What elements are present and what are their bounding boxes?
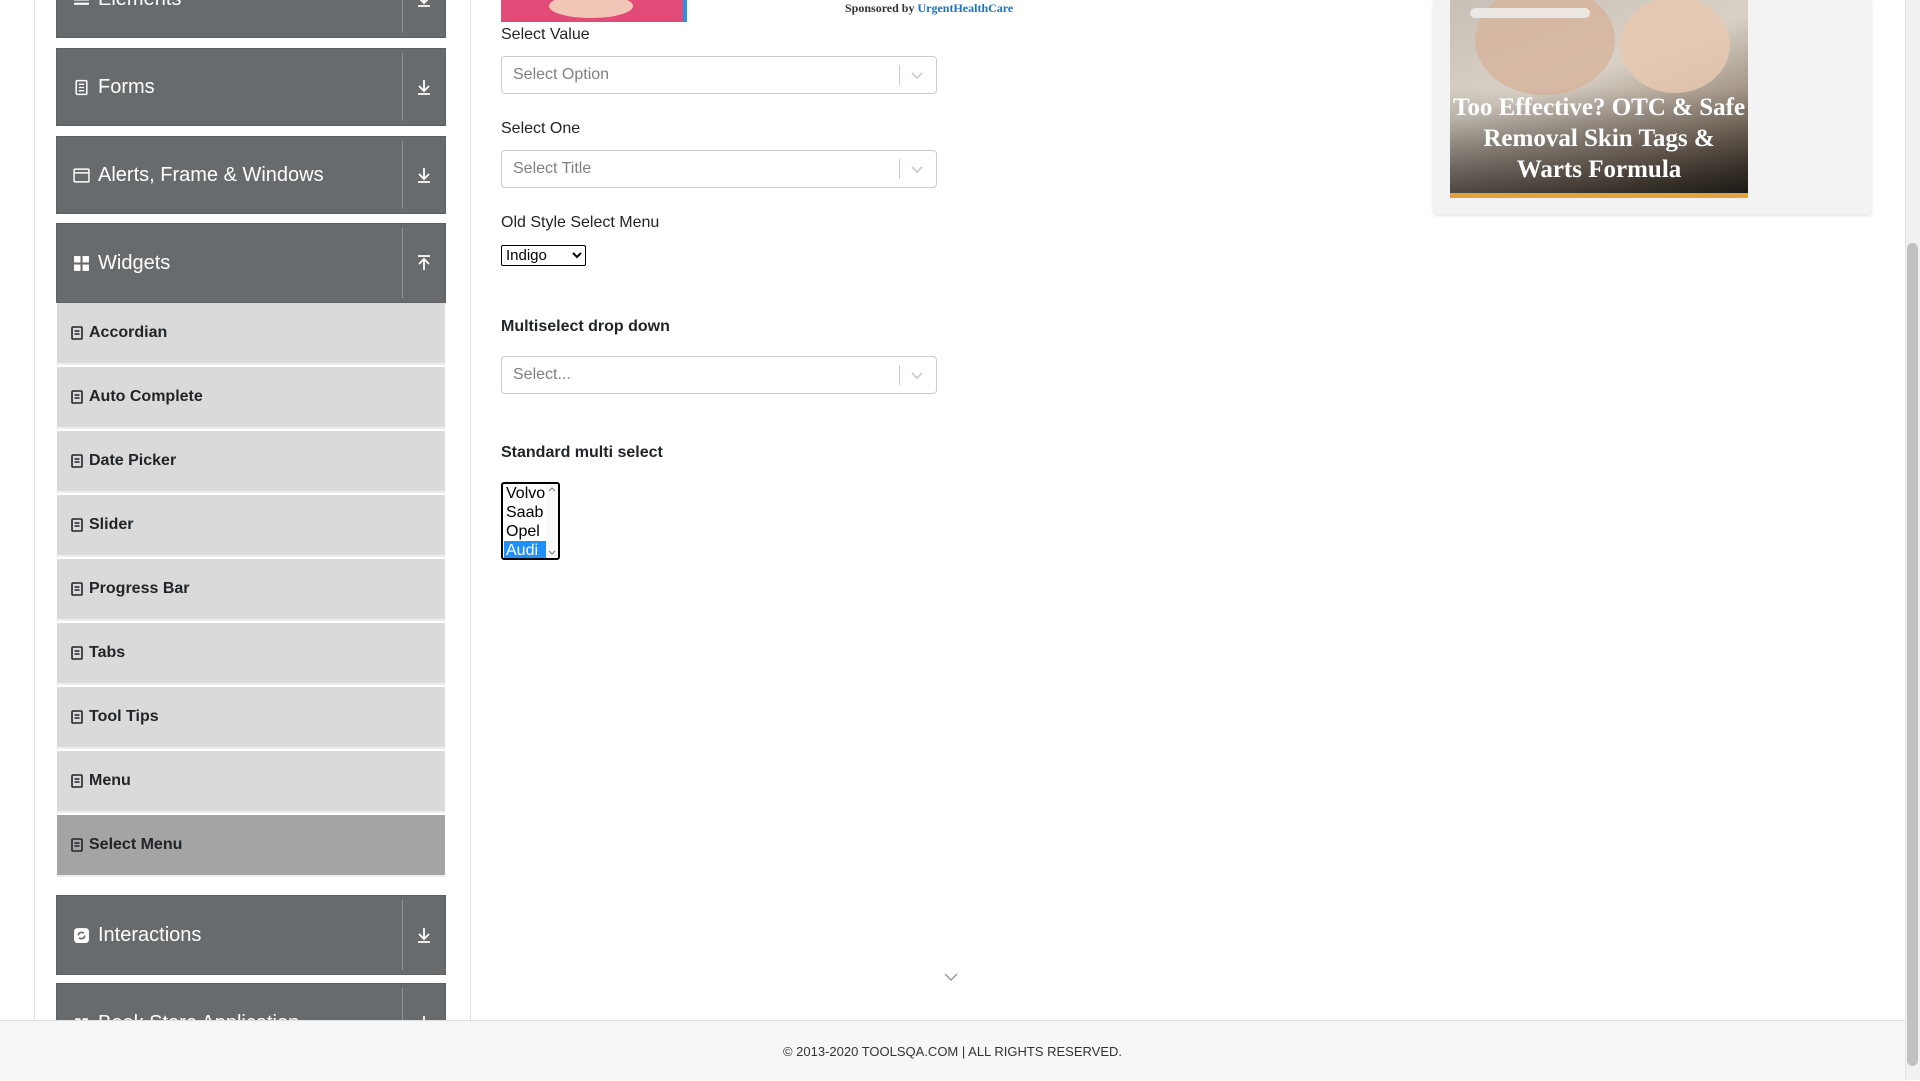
window-icon: [73, 167, 90, 184]
sidebar-item-slider[interactable]: Slider: [57, 495, 445, 557]
ad-thumbnail-image: [501, 0, 687, 22]
sidebar-item-progress-bar[interactable]: Progress Bar: [57, 559, 445, 621]
group-interactions-label: Interactions: [98, 924, 201, 947]
multiselect-dropdown[interactable]: Select...: [501, 356, 937, 394]
sponsored-prefix: Sponsored by: [845, 1, 917, 15]
chevron-down-icon[interactable]: [909, 161, 925, 177]
chevron-down-icon[interactable]: [909, 367, 925, 383]
refresh-icon: [73, 927, 90, 944]
download-icon[interactable]: [413, 164, 435, 186]
old-style-select-menu[interactable]: Indigo: [501, 245, 586, 266]
sidebar-item-select-menu[interactable]: Select Menu: [57, 815, 445, 877]
group-interactions[interactable]: Interactions: [56, 895, 446, 975]
indicator-separator: [899, 65, 900, 85]
file-icon: [71, 838, 83, 852]
sponsored-line: Sponsored by UrgentHealthCare: [845, 1, 1013, 16]
old-style-select-label: Old Style Select Menu: [501, 214, 659, 232]
option-audi[interactable]: Audi: [504, 541, 546, 560]
sidebar-item-accordian[interactable]: Accordian: [57, 303, 445, 365]
option-opel[interactable]: Opel: [504, 522, 546, 541]
footer-copyright: © 2013-2020 TOOLSQA.COM | ALL RIGHTS RES…: [783, 1044, 1122, 1059]
chevron-down-icon[interactable]: [909, 67, 925, 83]
footer: © 2013-2020 TOOLSQA.COM | ALL RIGHTS RES…: [0, 1020, 1905, 1081]
download-icon[interactable]: [413, 0, 435, 10]
group-elements[interactable]: Elements: [56, 0, 446, 38]
group-divider: [402, 0, 403, 33]
file-icon: [71, 710, 83, 724]
file-icon: [71, 326, 83, 340]
document-icon: [73, 79, 90, 96]
sidebar-item-tool-tips[interactable]: Tool Tips: [57, 687, 445, 749]
select-value-placeholder: Select Option: [513, 66, 609, 84]
hamburger-icon: [73, 0, 90, 8]
sidebar-item-tabs[interactable]: Tabs: [57, 623, 445, 685]
group-divider: [402, 141, 403, 209]
group-interactions-header: Interactions: [73, 896, 201, 974]
sponsored-ad-image[interactable]: [501, 0, 687, 22]
group-widgets[interactable]: Widgets: [56, 223, 446, 303]
sidebar-item-label: Progress Bar: [89, 580, 190, 598]
group-elements-header: Elements: [73, 0, 181, 37]
sidebar-item-label: Tabs: [89, 644, 125, 662]
select-one-label: Select One: [501, 120, 580, 138]
file-icon: [71, 518, 83, 532]
option-volvo[interactable]: Volvo: [504, 484, 546, 503]
indicator-separator: [899, 365, 900, 385]
group-forms[interactable]: Forms: [56, 48, 446, 126]
multiselect-placeholder: Select...: [513, 366, 571, 384]
upload-icon[interactable]: [413, 252, 435, 274]
group-forms-label: Forms: [98, 76, 155, 99]
group-forms-header: Forms: [73, 49, 155, 125]
group-divider: [402, 900, 403, 970]
sponsor-link[interactable]: UrgentHealthCare: [917, 1, 1013, 15]
download-icon[interactable]: [413, 924, 435, 946]
file-icon: [71, 582, 83, 596]
file-icon: [71, 390, 83, 404]
sidebar-item-date-picker[interactable]: Date Picker: [57, 431, 445, 493]
download-icon[interactable]: [413, 76, 435, 98]
file-icon: [71, 774, 83, 788]
indicator-separator: [899, 159, 900, 179]
page-scrollbar-thumb[interactable]: [1907, 243, 1918, 1066]
sidebar-item-label: Tool Tips: [89, 708, 159, 726]
sidebar-item-auto-complete[interactable]: Auto Complete: [57, 367, 445, 429]
left-panel: Elements Forms Alerts, Frame & Windows W…: [0, 0, 471, 1020]
group-divider: [402, 228, 403, 298]
ad-headline[interactable]: Too Effective? OTC & Safe Removal Skin T…: [1450, 92, 1748, 185]
sidebar-item-label: Slider: [89, 516, 133, 534]
select-value-label: Select Value: [501, 26, 590, 44]
group-widgets-label: Widgets: [98, 252, 170, 275]
chevron-down-icon[interactable]: [943, 970, 959, 984]
sidebar-item-menu[interactable]: Menu: [57, 751, 445, 813]
group-alerts-frames-windows[interactable]: Alerts, Frame & Windows: [56, 136, 446, 214]
standard-multi-select[interactable]: Volvo Saab Opel Audi: [501, 482, 560, 560]
group-alerts-header: Alerts, Frame & Windows: [73, 137, 324, 213]
option-saab[interactable]: Saab: [504, 503, 546, 522]
listbox-scrollbar[interactable]: [546, 484, 558, 558]
select-one-placeholder: Select Title: [513, 160, 591, 178]
file-icon: [71, 646, 83, 660]
standard-multi-select-label: Standard multi select: [501, 444, 663, 462]
sidebar-item-label: Select Menu: [89, 836, 182, 854]
ad-accent-bar: [1450, 193, 1748, 198]
file-icon: [71, 454, 83, 468]
sidebar-item-label: Auto Complete: [89, 388, 203, 406]
group-elements-label: Elements: [98, 0, 181, 11]
sidebar-item-label: Accordian: [89, 324, 167, 342]
select-one-dropdown[interactable]: Select Title: [501, 150, 937, 188]
group-widgets-header: Widgets: [73, 224, 170, 302]
group-alerts-label: Alerts, Frame & Windows: [98, 164, 324, 187]
sidebar-item-label: Date Picker: [89, 452, 176, 470]
sidebar-item-label: Menu: [89, 772, 131, 790]
multiselect-label: Multiselect drop down: [501, 318, 670, 336]
grid-icon: [73, 255, 90, 272]
select-value-dropdown[interactable]: Select Option: [501, 56, 937, 94]
group-divider: [402, 53, 403, 121]
left-rule: [34, 0, 35, 1020]
scroll-arrows-icon: [546, 484, 558, 558]
